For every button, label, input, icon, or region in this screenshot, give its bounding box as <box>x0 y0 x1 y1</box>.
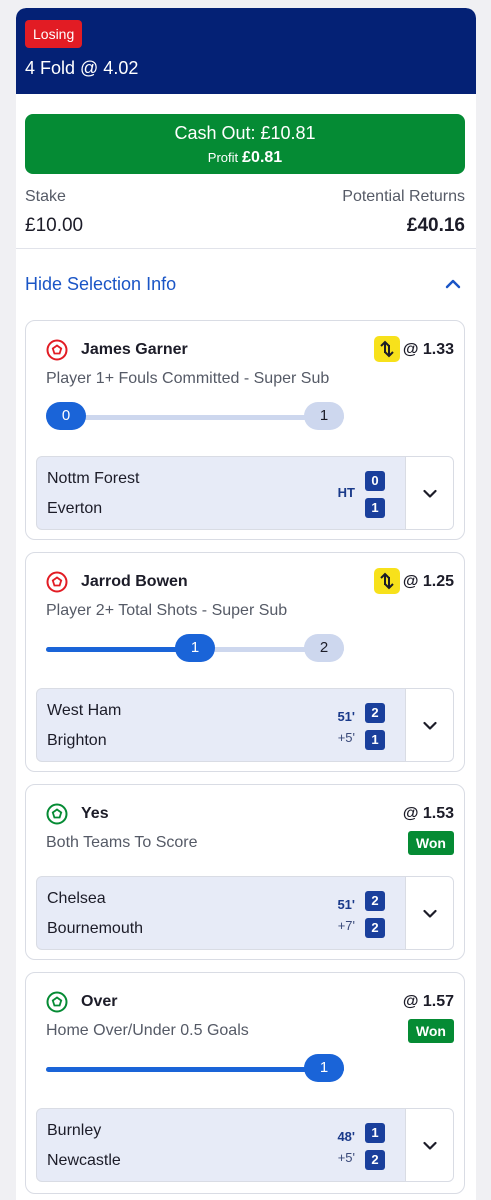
match-panel: West Ham Brighton 51' +5' 2 1 <box>36 688 454 762</box>
expand-match-button[interactable] <box>405 1109 453 1181</box>
selection-card: Over @ 1.57 Home Over/Under 0.5 Goals Wo… <box>25 972 465 1194</box>
bet-title: 4 Fold @ 4.02 <box>25 58 139 78</box>
chevron-down-icon <box>423 909 437 918</box>
selection-card: James Garner @ 1.33 Player 1+ Fouls Comm… <box>25 320 465 540</box>
progress-track <box>46 415 344 420</box>
status-badge: Losing <box>25 20 83 48</box>
expand-match-button[interactable] <box>405 877 453 949</box>
home-team: Chelsea <box>47 890 106 907</box>
won-badge: Won <box>407 1019 454 1043</box>
home-score: 0 <box>365 471 385 491</box>
super-sub-icon <box>374 336 400 362</box>
match-time: 48' <box>337 1129 355 1144</box>
added-time: +7' <box>337 918 355 933</box>
home-team: West Ham <box>47 702 122 719</box>
away-score: 2 <box>365 918 385 938</box>
chevron-down-icon <box>423 1141 437 1150</box>
profit-value: £0.81 <box>242 149 283 166</box>
progress-current: 1 <box>304 1054 344 1082</box>
selection-market: Player 1+ Fouls Committed - Super Sub <box>46 370 330 387</box>
selection-odds: @ 1.25 <box>402 573 454 590</box>
returns-block: Potential Returns £40.16 <box>342 188 465 237</box>
football-green-icon <box>46 991 68 1013</box>
progress-track <box>46 1067 344 1072</box>
selection-card: Jarrod Bowen @ 1.25 Player 2+ Total Shot… <box>25 552 465 772</box>
won-badge: Won <box>407 831 454 855</box>
added-time: +5' <box>337 1150 355 1165</box>
progress-fill <box>46 647 195 652</box>
football-red-icon <box>46 571 68 593</box>
hide-selection-info-label: Hide Selection Info <box>25 274 177 294</box>
away-team: Bournemouth <box>47 920 144 937</box>
progress-current: 0 <box>46 402 86 430</box>
away-score: 2 <box>365 1150 385 1170</box>
selection-odds: @ 1.33 <box>402 341 454 358</box>
home-score: 1 <box>365 1123 385 1143</box>
match-panel: Chelsea Bournemouth 51' +7' 2 2 <box>36 876 454 950</box>
match-panel: Burnley Newcastle 48' +5' 1 2 <box>36 1108 454 1182</box>
selection-card: Yes @ 1.53 Both Teams To Score Won Chels… <box>25 784 465 960</box>
chevron-down-icon <box>423 721 437 730</box>
profit-line: Profit £0.81 <box>25 149 465 167</box>
divider <box>16 248 476 249</box>
home-score: 2 <box>365 891 385 911</box>
progress-target: 2 <box>304 634 344 662</box>
away-score: 1 <box>365 730 385 750</box>
selection-name: James Garner <box>81 341 188 358</box>
selection-name: Over <box>81 993 118 1010</box>
selection-market: Player 2+ Total Shots - Super Sub <box>46 602 288 619</box>
football-green-icon <box>46 803 68 825</box>
returns-label: Potential Returns <box>342 188 465 205</box>
match-panel: Nottm Forest Everton HT 0 1 <box>36 456 454 530</box>
selection-market: Home Over/Under 0.5 Goals <box>46 1022 249 1039</box>
selection-market: Both Teams To Score <box>46 834 198 851</box>
selection-odds: @ 1.53 <box>402 805 454 822</box>
progress-fill <box>46 1067 344 1072</box>
away-team: Brighton <box>47 732 107 749</box>
stake-returns-row: Stake £10.00 Potential Returns £40.16 <box>25 188 465 237</box>
progress-current: 1 <box>175 634 215 662</box>
bet-header: Losing 4 Fold @ 4.02 <box>16 8 476 94</box>
hide-selection-info-toggle[interactable]: Hide Selection Info <box>25 274 465 295</box>
cash-out-button[interactable]: Cash Out: £10.81 Profit £0.81 <box>25 114 465 174</box>
progress-target: 1 <box>304 402 344 430</box>
away-team: Newcastle <box>47 1152 121 1169</box>
super-sub-icon <box>374 568 400 594</box>
selection-odds: @ 1.57 <box>402 993 454 1010</box>
returns-value: £40.16 <box>406 215 465 236</box>
match-time: 51' <box>337 709 355 724</box>
home-team: Nottm Forest <box>47 470 140 487</box>
expand-match-button[interactable] <box>405 457 453 529</box>
added-time: +5' <box>337 730 355 745</box>
chevron-up-icon <box>445 279 461 289</box>
bet-card: Losing 4 Fold @ 4.02 Cash Out: £10.81 Pr… <box>16 8 476 1200</box>
home-team: Burnley <box>47 1122 102 1139</box>
match-time: 51' <box>337 897 355 912</box>
home-score: 2 <box>365 703 385 723</box>
chevron-down-icon <box>423 489 437 498</box>
away-team: Everton <box>47 500 103 517</box>
football-red-icon <box>46 339 68 361</box>
selection-name: Jarrod Bowen <box>81 573 188 590</box>
cash-out-label: Cash Out: £10.81 <box>174 123 316 143</box>
match-time: HT <box>337 485 355 500</box>
expand-match-button[interactable] <box>405 689 453 761</box>
profit-label: Profit <box>207 150 239 165</box>
away-score: 1 <box>365 498 385 518</box>
selection-name: Yes <box>81 805 109 822</box>
